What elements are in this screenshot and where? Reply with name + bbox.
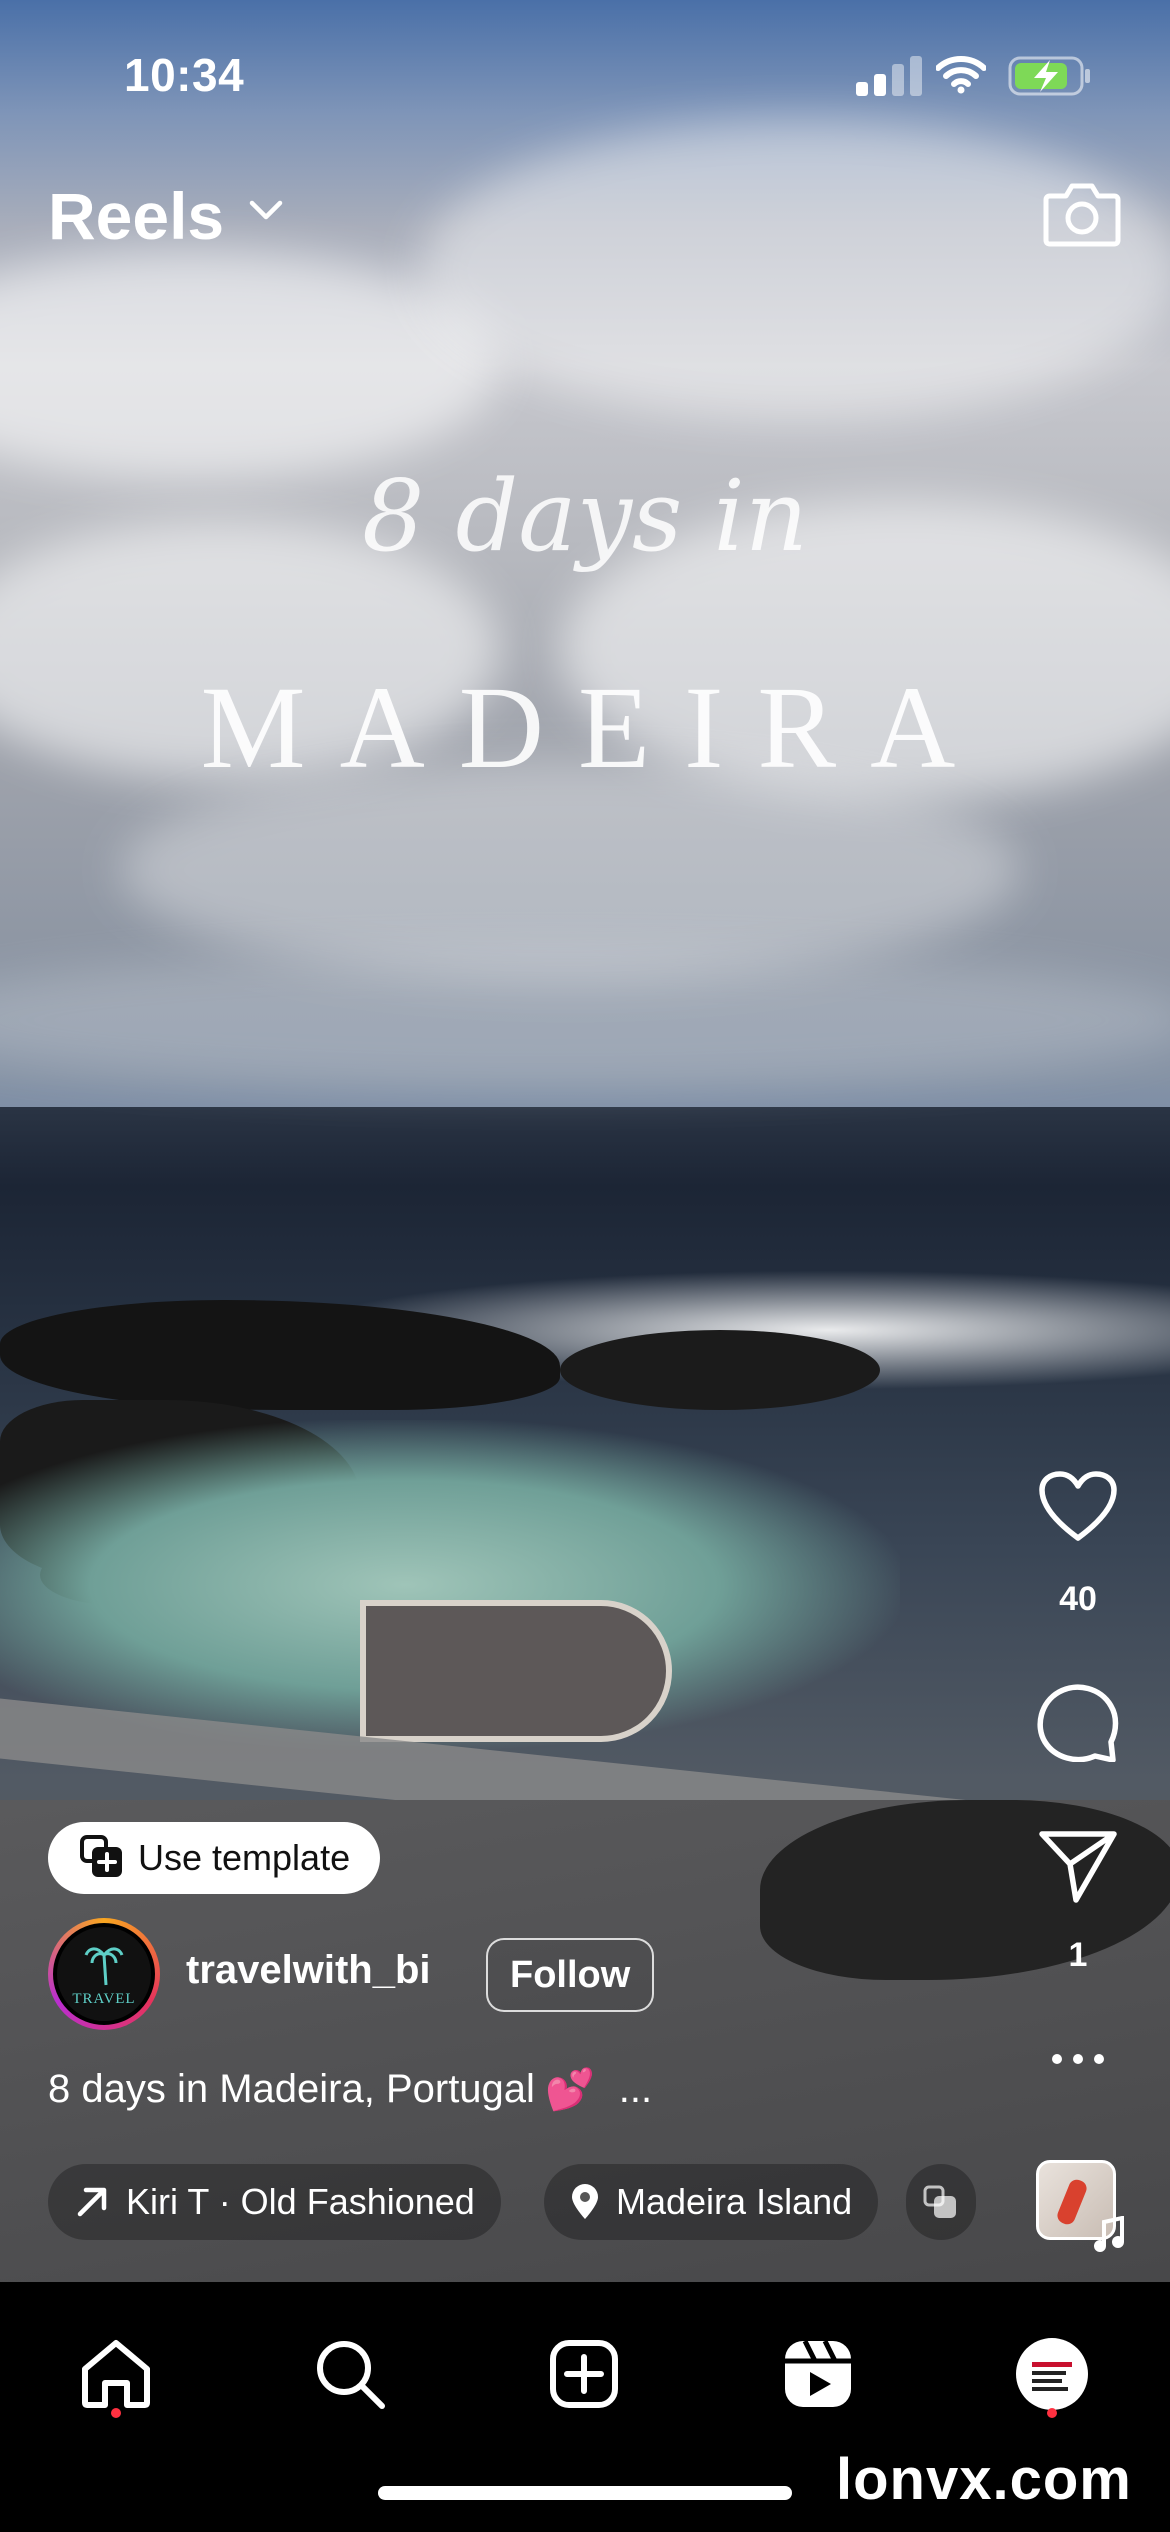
share-count: 1 bbox=[1068, 1936, 1088, 1974]
caption[interactable]: 8 days in Madeira, Portugal 💕 ... bbox=[48, 2066, 652, 2113]
camera-icon[interactable] bbox=[1042, 178, 1122, 248]
caption-emoji: 💕 bbox=[544, 2068, 595, 2112]
avatar-logo-text: TRAVEL bbox=[72, 1991, 136, 2007]
audio-pill[interactable]: Kiri T · Old Fashioned bbox=[48, 2164, 501, 2240]
template-add-icon bbox=[80, 1835, 122, 1877]
use-template-button[interactable]: Use template bbox=[48, 1822, 381, 1894]
comment-button[interactable] bbox=[1030, 1680, 1126, 1762]
watermark: lonvx.com bbox=[836, 2447, 1132, 2512]
reels-screen: 10:34 Reels 8 days in MADEIRA 40 1 Use t… bbox=[0, 0, 1170, 2532]
author-avatar[interactable]: TRAVEL bbox=[48, 1918, 160, 2030]
template-icon bbox=[923, 2185, 956, 2218]
chevron-down-icon[interactable] bbox=[248, 198, 284, 222]
home-indicator[interactable] bbox=[378, 2486, 792, 2500]
nav-search[interactable] bbox=[300, 2324, 400, 2424]
search-icon bbox=[317, 2341, 385, 2409]
home-notification-dot bbox=[111, 2408, 121, 2418]
reels-icon bbox=[785, 2339, 851, 2407]
location-pill[interactable]: Madeira Island bbox=[544, 2164, 879, 2240]
caption-text: 8 days in Madeira, Portugal bbox=[48, 2067, 535, 2111]
battery-charging-icon bbox=[1008, 56, 1090, 96]
more-options-button[interactable] bbox=[1030, 2052, 1126, 2066]
profile-notification-dot bbox=[1047, 2408, 1057, 2418]
template-pill-small[interactable] bbox=[906, 2164, 976, 2240]
profile-avatar bbox=[1016, 2338, 1088, 2410]
heart-icon bbox=[1039, 1471, 1117, 1541]
arrow-up-right-icon bbox=[77, 2187, 107, 2217]
more-horizontal-icon bbox=[1052, 2054, 1104, 2064]
share-button[interactable] bbox=[1030, 1830, 1126, 1904]
status-time: 10:34 bbox=[124, 49, 245, 101]
nav-reels[interactable] bbox=[768, 2324, 868, 2424]
location-label: Madeira Island bbox=[616, 2181, 853, 2222]
use-template-label: Use template bbox=[138, 1837, 351, 1878]
author-username[interactable]: travelwith_bi bbox=[186, 1948, 431, 1993]
send-icon bbox=[1039, 1831, 1117, 1903]
follow-button[interactable]: Follow bbox=[486, 1938, 655, 2012]
palm-tree-icon bbox=[84, 1947, 124, 1986]
location-pin-icon bbox=[572, 2184, 598, 2219]
caption-more[interactable]: ... bbox=[619, 2067, 652, 2112]
home-icon bbox=[82, 2340, 150, 2408]
music-note-icon bbox=[1094, 2216, 1124, 2252]
comment-icon bbox=[1037, 1684, 1119, 1762]
add-post-icon bbox=[550, 2340, 618, 2408]
like-button[interactable] bbox=[1030, 1470, 1126, 1542]
wifi-icon bbox=[936, 56, 986, 94]
nav-create[interactable] bbox=[534, 2324, 634, 2424]
audio-label: Kiri T · Old Fashioned bbox=[126, 2181, 475, 2222]
like-count: 40 bbox=[1059, 1580, 1097, 1618]
overlay-title-line1: 8 days in bbox=[362, 460, 808, 574]
overlay-title-line2: MADEIRA bbox=[200, 662, 990, 793]
reels-title[interactable]: Reels bbox=[48, 178, 224, 254]
